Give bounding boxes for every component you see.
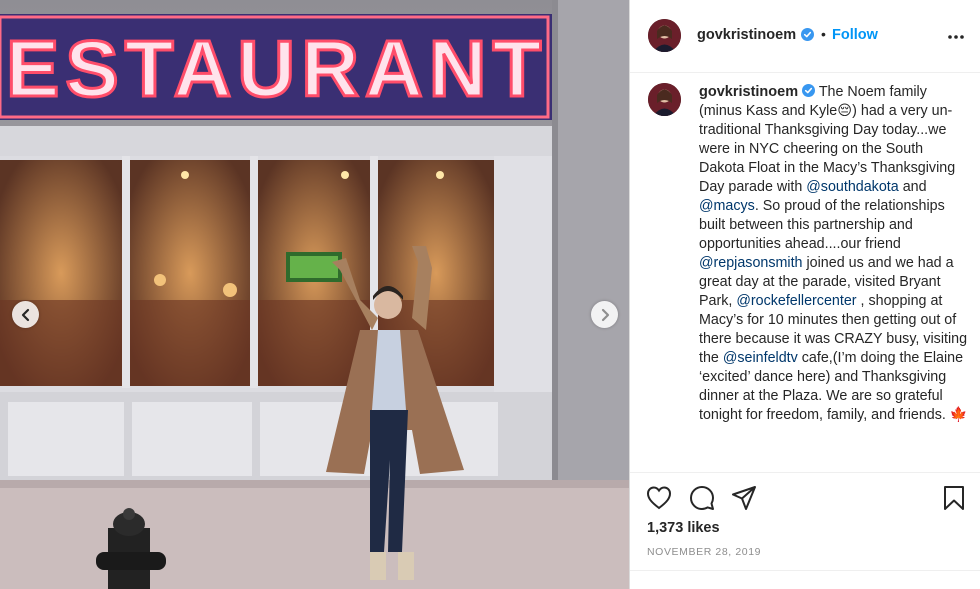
likes-count[interactable]: 1,373 likes — [647, 520, 720, 536]
chevron-right-icon — [601, 308, 609, 321]
heart-icon[interactable] — [645, 484, 673, 512]
caption-text: and — [898, 179, 927, 195]
mention-link[interactable]: @macys — [699, 198, 755, 214]
verified-badge-icon — [801, 28, 814, 41]
mention-link[interactable]: @rockefellercenter — [736, 293, 856, 309]
mention-link[interactable]: @repjasonsmith — [699, 255, 803, 271]
post-actions: 1,373 likes November 28, 2019 — [630, 472, 980, 589]
comment-icon[interactable] — [688, 484, 716, 512]
share-icon[interactable] — [730, 484, 758, 512]
post-sidebar: govkristinoem • Follow govkristinoem The… — [630, 0, 980, 589]
next-media-button[interactable] — [591, 301, 618, 328]
mention-link[interactable]: @seinfeldtv — [723, 350, 798, 366]
divider — [630, 570, 980, 571]
author-avatar[interactable] — [648, 19, 681, 52]
bookmark-icon[interactable] — [940, 484, 968, 512]
caption-username[interactable]: govkristinoem — [699, 84, 798, 100]
header-separator: • — [821, 26, 826, 42]
avatar-image — [648, 83, 681, 116]
caption-author-avatar[interactable] — [648, 83, 681, 116]
verified-badge-icon — [802, 84, 816, 97]
post-media: ESTAURANT — [0, 0, 629, 589]
restaurant-sign-text: ESTAURANT — [6, 24, 547, 113]
post-date[interactable]: November 28, 2019 — [647, 546, 761, 558]
post-caption: govkristinoem The Noem family (minus Kas… — [699, 83, 971, 425]
author-username[interactable]: govkristinoem — [697, 27, 796, 43]
avatar-image — [648, 19, 681, 52]
chevron-left-icon — [21, 308, 29, 321]
post-photo: ESTAURANT — [0, 0, 629, 589]
mention-link[interactable]: @southdakota — [806, 179, 898, 195]
post-header: govkristinoem • Follow — [630, 0, 980, 73]
previous-media-button[interactable] — [12, 301, 39, 328]
more-options-icon[interactable] — [946, 27, 966, 47]
caption-section: govkristinoem The Noem family (minus Kas… — [630, 74, 980, 469]
follow-button[interactable]: Follow — [832, 27, 878, 43]
